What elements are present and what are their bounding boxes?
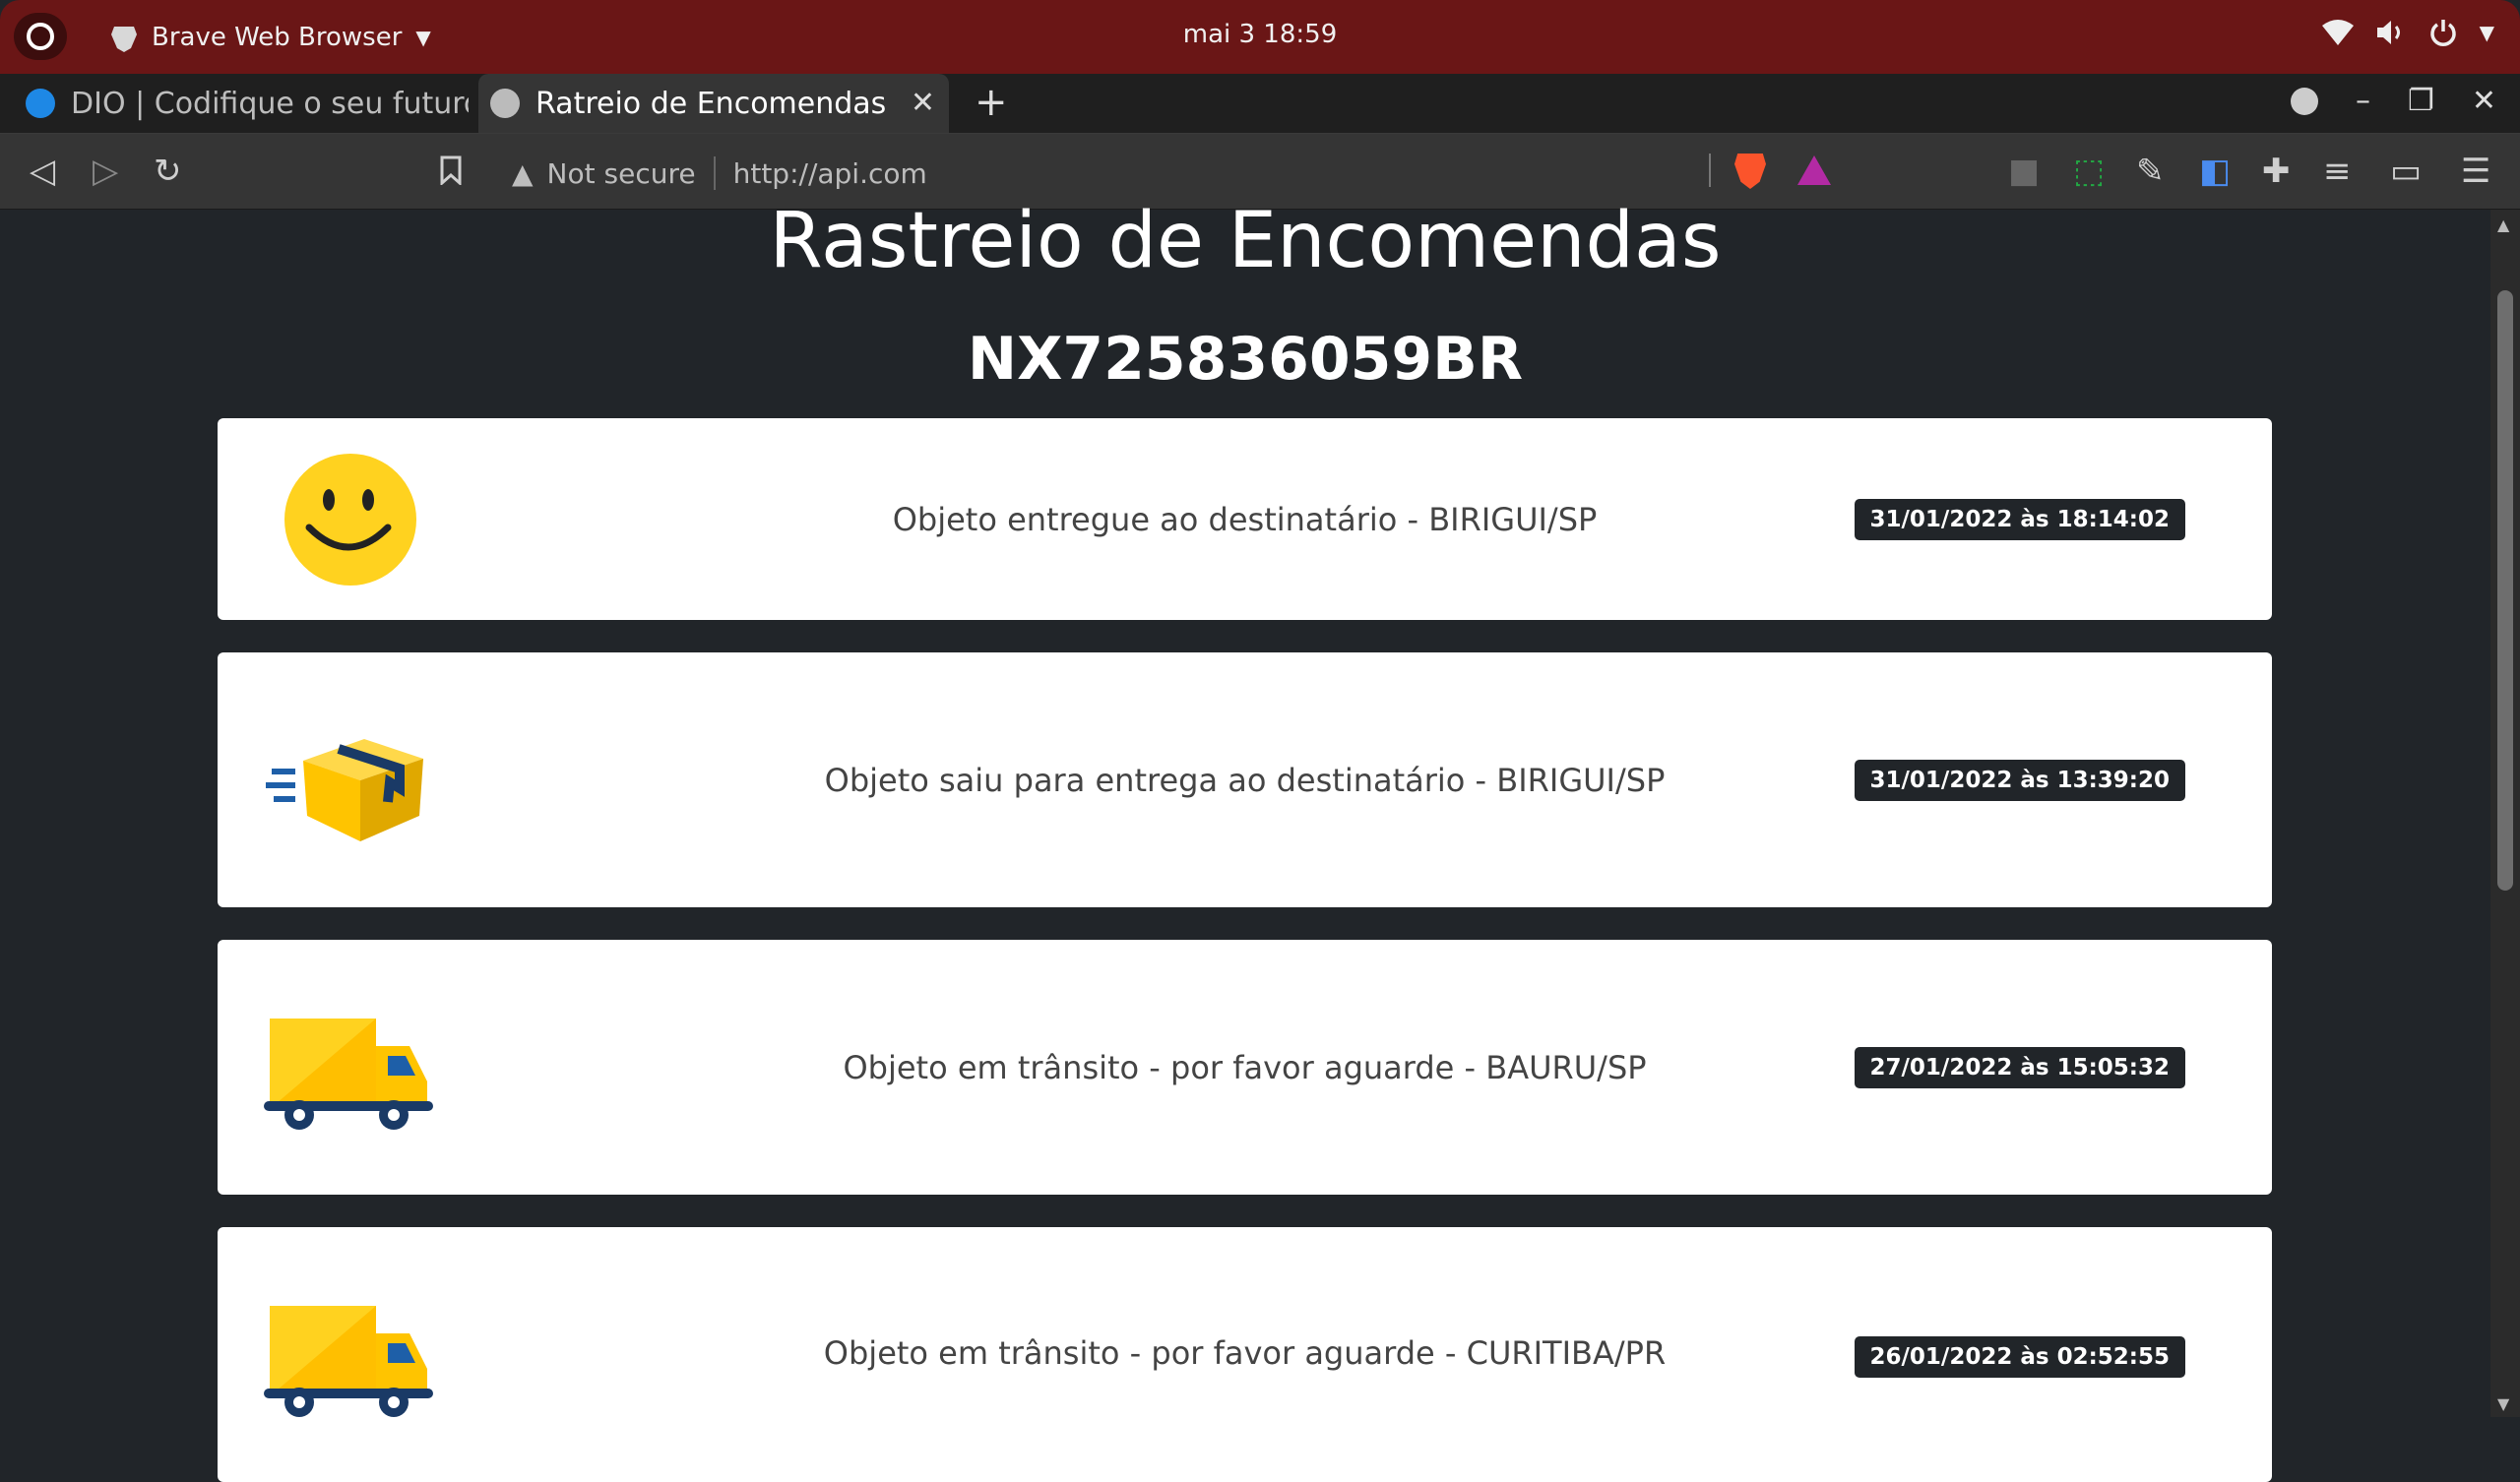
system-top-bar: Brave Web Browser ▼ mai 3 18:59 ▼ [0,0,2520,74]
warning-icon: ▲ [512,156,534,190]
chevron-down-icon: ▼ [2479,21,2494,44]
scroll-down-icon[interactable]: ▼ [2497,1394,2509,1413]
page-scrollbar[interactable]: ▲ ▼ [2490,210,2520,1417]
new-tab-button[interactable]: + [975,80,1008,125]
address-separator [713,156,716,190]
tracking-event-card: Objeto em trânsito - por favor aguarde -… [218,1227,2272,1482]
security-label: Not secure [546,156,696,190]
wallet-icon[interactable]: ▭ [2390,152,2422,191]
event-datetime-badge: 26/01/2022 às 02:52:55 [1854,1336,2185,1378]
close-window-icon[interactable]: ✕ [2472,84,2496,118]
extensions-icon[interactable]: ✚ [2262,152,2291,191]
tracking-event-card: Objeto entregue ao destinatário - BIRIGU… [218,418,2272,620]
reload-icon[interactable]: ↻ [154,152,182,191]
tracking-code: NX725836059BR [967,325,1524,394]
dio-favicon-icon [26,89,55,118]
event-datetime-badge: 27/01/2022 às 15:05:32 [1854,1046,2185,1088]
tab-dio[interactable]: DIO | Codifique o seu futuro global agor… [14,74,469,133]
volume-icon [2376,21,2400,44]
forward-icon[interactable]: ▷ [93,152,118,191]
window-controls: – ❐ ✕ [2290,84,2496,118]
translate-icon[interactable]: ◧ [2199,152,2231,191]
minimize-icon[interactable]: – [2356,84,2370,118]
tracking-event-card: Objeto em trânsito - por favor aguarde -… [218,940,2272,1195]
scroll-up-icon[interactable]: ▲ [2497,216,2509,234]
url-text[interactable]: http://api.com [733,157,927,190]
menu-icon[interactable]: ☰ [2461,152,2490,191]
restore-icon[interactable]: ❐ [2408,84,2434,118]
event-datetime-badge: 31/01/2022 às 13:39:20 [1854,759,2185,801]
tab-title: DIO | Codifique o seu futuro global agor… [71,86,469,121]
back-icon[interactable]: ◁ [30,152,55,191]
playlist-icon[interactable]: ≡ [2323,152,2352,191]
system-tray[interactable]: ▼ [2321,18,2494,47]
system-clock[interactable]: mai 3 18:59 [0,20,2520,49]
event-datetime-badge: 31/01/2022 às 18:14:02 [1854,498,2185,540]
brave-rewards-icon[interactable] [1797,155,1831,185]
tracking-event-card: Objeto saiu para entrega ao destinatário… [218,652,2272,907]
address-bar-divider [1709,154,1711,187]
tab-rastreio[interactable]: Ratreio de Encomendas ✕ [478,74,949,133]
tab-strip: DIO | Codifique o seu futuro global agor… [0,74,2520,134]
globe-icon [490,89,520,118]
wifi-icon [2321,20,2354,45]
close-tab-icon[interactable]: ✕ [911,86,935,120]
power-icon [2429,20,2456,46]
bookmark-icon[interactable] [439,155,463,185]
tab-search-icon[interactable] [2290,87,2318,115]
page-title: Rastreio de Encomendas [769,197,1722,285]
robot-icon[interactable]: ■ [2008,152,2040,191]
screenshot-icon[interactable]: ⬚ [2073,152,2105,191]
pen-icon[interactable]: ✎ [2136,152,2165,191]
tab-title: Ratreio de Encomendas [536,86,887,121]
address-bar[interactable]: ▲ Not secure http://api.com [512,154,927,193]
scrollbar-thumb[interactable] [2497,290,2513,891]
